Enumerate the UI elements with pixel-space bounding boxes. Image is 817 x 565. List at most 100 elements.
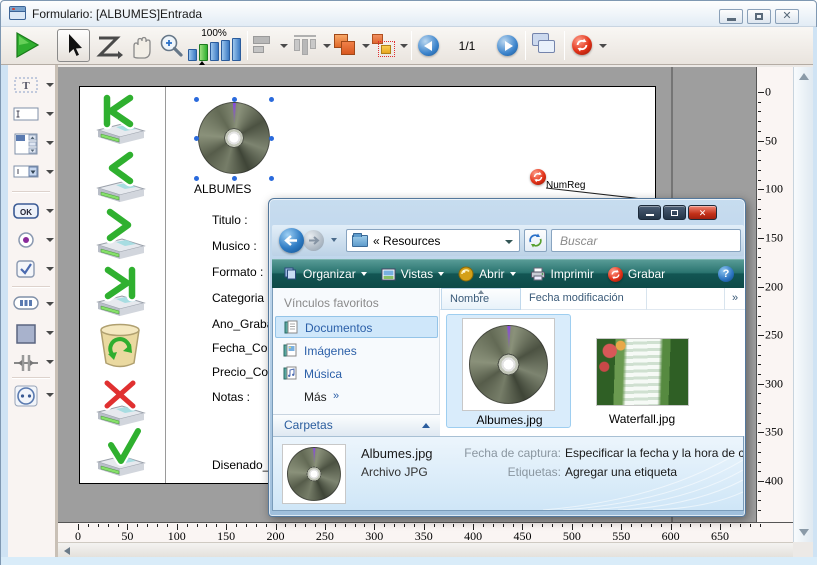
record-dropdown[interactable] (599, 44, 607, 48)
toolbox-frame[interactable] (10, 320, 56, 346)
explorer-close-button[interactable]: ✕ (688, 205, 717, 220)
toolbox-radio-button[interactable] (10, 227, 56, 253)
toolbox-custom-control[interactable] (10, 382, 56, 408)
dropdown-arrow[interactable] (46, 331, 54, 335)
favorite-more[interactable]: Más » (275, 386, 438, 408)
dropdown-arrow[interactable] (46, 209, 54, 213)
selection-handle[interactable] (194, 136, 199, 141)
favorite-music[interactable]: Música (275, 363, 438, 385)
selection-handle[interactable] (194, 97, 199, 102)
zoom-level-gauge[interactable]: 100% (185, 28, 243, 64)
toolbox-combo-box[interactable] (10, 159, 56, 185)
next-record-icon[interactable] (92, 208, 148, 262)
z-order-icon[interactable] (95, 34, 123, 60)
snap-grid-icon[interactable] (372, 34, 396, 58)
folders-bar[interactable]: Carpetas (273, 414, 440, 436)
close-button[interactable]: ✕ (775, 9, 799, 24)
explorer-window[interactable]: ✕ « Resources Buscar Organizar Vistas (268, 198, 746, 517)
minimize-button[interactable] (719, 9, 743, 24)
dropdown-arrow[interactable] (46, 238, 54, 242)
selection-handle[interactable] (232, 97, 237, 102)
first-record-icon[interactable] (92, 93, 148, 147)
dropdown-arrow[interactable] (46, 83, 54, 87)
dropdown-arrow[interactable] (46, 302, 54, 306)
pan-hand-icon[interactable] (126, 32, 154, 60)
numreg-control[interactable] (530, 169, 546, 185)
horizontal-scrollbar[interactable] (58, 542, 793, 557)
toolbox-static-text[interactable]: T (10, 72, 56, 98)
column-nombre[interactable]: Nombre (441, 288, 521, 310)
dropdown-arrow[interactable] (46, 112, 54, 116)
prev-page-button[interactable] (418, 35, 439, 56)
views-button[interactable]: Vistas (381, 267, 444, 281)
dropdown-arrow[interactable] (46, 170, 54, 174)
open-button[interactable]: Abrir (458, 266, 515, 282)
previous-record-icon[interactable] (92, 151, 148, 205)
front-dropdown[interactable] (362, 44, 370, 48)
print-button[interactable]: Imprimir (530, 267, 594, 281)
organize-button[interactable]: Organizar (284, 267, 367, 281)
zoom-icon[interactable] (157, 32, 185, 60)
toolbox-toolbar-control[interactable] (10, 291, 56, 317)
burn-button[interactable]: Grabar (608, 267, 665, 282)
form-image-selected[interactable] (194, 97, 274, 181)
capture-date-value[interactable]: Especificar la fecha y la hora de ca... (565, 446, 743, 460)
recycle-trash-icon[interactable] (92, 321, 148, 371)
refresh-button[interactable] (524, 229, 547, 252)
record-button[interactable] (572, 35, 592, 55)
zoom-marker (199, 61, 205, 65)
delete-record-icon[interactable] (92, 375, 148, 429)
selection-handle[interactable] (194, 176, 199, 181)
select-arrow-button[interactable] (57, 29, 90, 62)
file-name[interactable]: Waterfall.jpg (592, 412, 692, 426)
dropdown-arrow[interactable] (46, 267, 54, 271)
scroll-up-arrow[interactable] (799, 73, 809, 80)
file-albumes-selected[interactable]: Albumes.jpg (446, 314, 571, 428)
explorer-maximize-button[interactable] (663, 205, 686, 220)
tags-value[interactable]: Agregar una etiqueta (565, 465, 677, 479)
cd-image[interactable] (198, 102, 270, 174)
favorite-documents[interactable]: Documentos (275, 316, 438, 338)
albumes-thumbnail[interactable] (462, 318, 555, 411)
address-dropdown[interactable] (505, 240, 513, 244)
toolbox-list-box[interactable] (10, 130, 56, 156)
dropdown-arrow[interactable] (46, 393, 54, 397)
dropdown-arrow[interactable] (46, 141, 54, 145)
toolbox-splitter[interactable] (10, 349, 56, 375)
scroll-left-arrow[interactable] (64, 547, 70, 555)
toolbox-check-box[interactable] (10, 256, 56, 282)
selection-handle[interactable] (269, 176, 274, 181)
selection-handle[interactable] (269, 97, 274, 102)
dropdown-arrow[interactable] (46, 360, 54, 364)
toolbox-push-button[interactable]: OK (10, 198, 56, 224)
last-record-icon[interactable] (92, 265, 148, 319)
windows-stack-icon[interactable] (532, 33, 558, 58)
center-icon[interactable] (294, 35, 316, 55)
scroll-down-arrow[interactable] (799, 529, 809, 536)
next-page-button[interactable] (497, 35, 518, 56)
accept-record-icon[interactable] (92, 425, 148, 479)
selection-handle[interactable] (232, 176, 237, 181)
selection-handle[interactable] (269, 136, 274, 141)
file-name[interactable]: Albumes.jpg (447, 413, 572, 427)
explorer-minimize-button[interactable] (638, 205, 661, 220)
favorite-pictures[interactable]: Imágenes (275, 340, 438, 362)
help-button[interactable]: ? (718, 266, 734, 282)
back-button[interactable] (279, 228, 304, 253)
snap-dropdown[interactable] (400, 44, 408, 48)
align-dropdown[interactable] (280, 44, 288, 48)
maximize-button[interactable] (747, 9, 771, 24)
recent-pages-dropdown[interactable] (331, 238, 337, 242)
run-icon[interactable] (13, 31, 41, 59)
column-fecha[interactable]: Fecha modificación (521, 288, 647, 310)
center-dropdown[interactable] (323, 44, 331, 48)
vertical-scrollbar[interactable] (793, 67, 813, 542)
align-icon[interactable] (253, 36, 270, 53)
forward-button[interactable] (303, 230, 324, 251)
bring-front-icon[interactable] (334, 34, 358, 58)
toolbox-edit-field[interactable] (10, 101, 56, 127)
more-columns-chevron[interactable]: » (724, 288, 745, 310)
address-bar[interactable]: « Resources (346, 229, 520, 252)
search-box[interactable]: Buscar (551, 229, 741, 252)
waterfall-thumbnail[interactable] (596, 338, 689, 406)
